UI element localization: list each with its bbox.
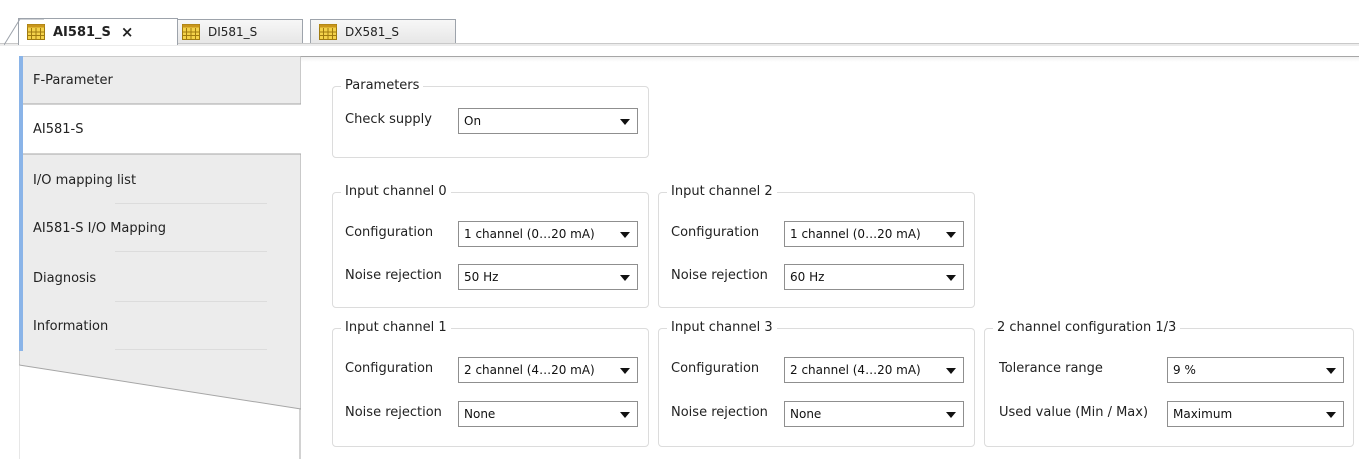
dropdown-arrow-icon[interactable] <box>1326 412 1336 418</box>
group-title: Input channel 0 <box>341 184 451 199</box>
ch3-configuration-dropdown[interactable]: 2 channel (4…20 mA) <box>784 357 964 383</box>
nav-separator <box>115 251 267 252</box>
group-2-channel-configuration: 2 channel configuration 1/3 Tolerance ra… <box>984 320 1354 447</box>
used-value-dropdown[interactable]: Maximum <box>1167 401 1344 427</box>
panel-top-bar <box>301 57 1359 62</box>
dropdown-value: None <box>464 407 496 421</box>
dropdown-value: 2 channel (4…20 mA) <box>790 363 921 377</box>
tab-di581-s[interactable]: DI581_S <box>173 19 303 44</box>
dropdown-value: 60 Hz <box>790 270 825 284</box>
dropdown-arrow-icon[interactable] <box>946 412 956 418</box>
dropdown-value: 9 % <box>1173 363 1196 377</box>
dropdown-arrow-icon[interactable] <box>620 119 630 125</box>
group-title: 2 channel configuration 1/3 <box>993 320 1181 335</box>
nav-item-diagnosis[interactable]: Diagnosis <box>19 254 301 302</box>
dropdown-arrow-icon[interactable] <box>946 368 956 374</box>
configuration-label: Configuration <box>345 225 434 240</box>
group-parameters: Parameters Check supply On <box>332 78 649 158</box>
used-value-label: Used value (Min / Max) <box>999 405 1149 420</box>
dropdown-value: On <box>464 114 482 128</box>
tolerance-range-label: Tolerance range <box>999 361 1103 376</box>
dropdown-arrow-icon[interactable] <box>1326 368 1336 374</box>
nav-separator <box>115 349 267 350</box>
nav-item-label: Information <box>33 318 109 334</box>
check-supply-label: Check supply <box>345 112 432 127</box>
group-title: Input channel 1 <box>341 320 451 335</box>
group-title: Input channel 3 <box>667 320 777 335</box>
nav-item-label: I/O mapping list <box>33 172 137 188</box>
noise-rejection-label: Noise rejection <box>345 268 442 283</box>
dropdown-value: Maximum <box>1173 407 1233 421</box>
nav-item-label: Diagnosis <box>33 270 97 286</box>
tab-label: DI581_S <box>208 25 258 39</box>
ch0-configuration-dropdown[interactable]: 1 channel (0…20 mA) <box>458 221 638 247</box>
module-icon <box>182 24 200 40</box>
dropdown-value: None <box>790 407 822 421</box>
nav-item-f-parameter[interactable]: F-Parameter <box>19 56 301 104</box>
tab-label: AI581_S <box>53 24 111 40</box>
configuration-label: Configuration <box>345 361 434 376</box>
ch3-noise-rejection-dropdown[interactable]: None <box>784 401 964 427</box>
tab-strip-baseline <box>0 43 1359 46</box>
group-input-channel-0: Input channel 0 Configuration 1 channel … <box>332 184 649 308</box>
tolerance-range-dropdown[interactable]: 9 % <box>1167 357 1344 383</box>
nav-item-information[interactable]: Information <box>19 302 301 350</box>
nav-item-io-mapping-list[interactable]: I/O mapping list <box>19 156 301 204</box>
dropdown-value: 1 channel (0…20 mA) <box>464 227 595 241</box>
configuration-label: Configuration <box>671 361 760 376</box>
parameter-panel: Parameters Check supply On Input channel… <box>301 56 1359 459</box>
group-title: Parameters <box>341 78 424 93</box>
dropdown-value: 50 Hz <box>464 270 499 284</box>
nav-item-label: AI581-S <box>33 121 84 137</box>
tab-slant-decoration <box>4 18 44 46</box>
tab-label: DX581_S <box>345 25 399 39</box>
dropdown-arrow-icon[interactable] <box>946 232 956 238</box>
dropdown-arrow-icon[interactable] <box>946 275 956 281</box>
ch1-configuration-dropdown[interactable]: 2 channel (4…20 mA) <box>458 357 638 383</box>
group-title: Input channel 2 <box>667 184 777 199</box>
dropdown-value: 2 channel (4…20 mA) <box>464 363 595 377</box>
editor-tab-strip: AI581_S × DI581_S DX581_S <box>0 0 1359 46</box>
noise-rejection-label: Noise rejection <box>345 405 442 420</box>
settings-nav: F-Parameter AI581-S I/O mapping list AI5… <box>19 56 301 459</box>
noise-rejection-label: Noise rejection <box>671 405 768 420</box>
group-input-channel-1: Input channel 1 Configuration 2 channel … <box>332 320 649 447</box>
nav-item-ai581-s[interactable]: AI581-S <box>19 105 301 153</box>
ch2-noise-rejection-dropdown[interactable]: 60 Hz <box>784 264 964 290</box>
ch0-noise-rejection-dropdown[interactable]: 50 Hz <box>458 264 638 290</box>
dropdown-arrow-icon[interactable] <box>620 368 630 374</box>
close-tab-icon[interactable]: × <box>121 24 134 40</box>
nav-item-ai581-s-io-mapping[interactable]: AI581-S I/O Mapping <box>19 204 301 252</box>
nav-item-label: AI581-S I/O Mapping <box>33 220 166 236</box>
configuration-label: Configuration <box>671 225 760 240</box>
check-supply-dropdown[interactable]: On <box>458 108 638 134</box>
noise-rejection-label: Noise rejection <box>671 268 768 283</box>
dropdown-arrow-icon[interactable] <box>620 232 630 238</box>
group-input-channel-3: Input channel 3 Configuration 2 channel … <box>658 320 975 447</box>
ch2-configuration-dropdown[interactable]: 1 channel (0…20 mA) <box>784 221 964 247</box>
module-icon <box>319 24 337 40</box>
tab-dx581-s[interactable]: DX581_S <box>310 19 456 44</box>
ch1-noise-rejection-dropdown[interactable]: None <box>458 401 638 427</box>
dropdown-arrow-icon[interactable] <box>620 412 630 418</box>
nav-item-label: F-Parameter <box>33 72 113 88</box>
dropdown-value: 1 channel (0…20 mA) <box>790 227 921 241</box>
group-input-channel-2: Input channel 2 Configuration 1 channel … <box>658 184 975 308</box>
dropdown-arrow-icon[interactable] <box>620 275 630 281</box>
